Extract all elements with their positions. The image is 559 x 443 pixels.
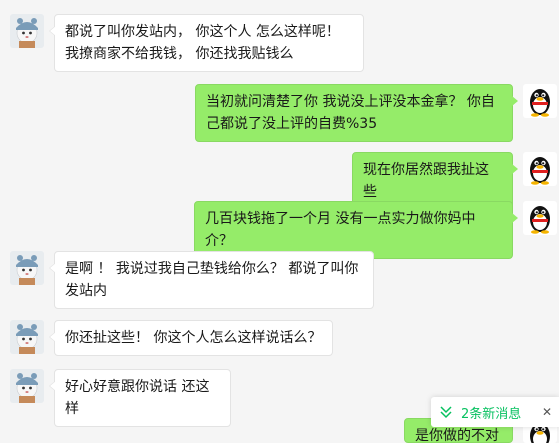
- message-bubble-incoming[interactable]: 都说了叫你发站内， 你这个人 怎么这样呢！ 我撩商家不给我钱， 你还找我贴钱么: [49, 14, 364, 72]
- message-bubble-incoming[interactable]: 你还扯这些！ 你这个人怎么这样说话么？: [49, 320, 333, 356]
- contact-avatar[interactable]: [10, 14, 44, 48]
- message-bubble-outgoing[interactable]: 当初就问清楚了你 我说没上评没本金拿？ 你自己都说了没上评的自费%35: [195, 84, 518, 142]
- penguin-avatar-icon: [523, 201, 557, 235]
- contact-avatar[interactable]: [10, 251, 44, 285]
- cartoon-avatar-icon: [10, 14, 44, 48]
- double-chevron-down-icon: [440, 406, 452, 419]
- cartoon-avatar-icon: [10, 320, 44, 354]
- cartoon-avatar-icon: [10, 369, 44, 403]
- penguin-avatar-icon: [523, 152, 557, 186]
- contact-avatar[interactable]: [10, 320, 44, 354]
- message-bubble-incoming[interactable]: 是啊 ！ 我说过我自己垫钱给你么？ 都说了叫你发站内: [49, 251, 374, 309]
- close-icon[interactable]: ✕: [539, 405, 555, 419]
- self-avatar[interactable]: [523, 201, 557, 235]
- chat-area: 都说了叫你发站内， 你这个人 怎么这样呢！ 我撩商家不给我钱， 你还找我贴钱么 …: [0, 0, 559, 443]
- self-avatar[interactable]: [523, 152, 557, 186]
- contact-avatar[interactable]: [10, 369, 44, 403]
- cartoon-avatar-icon: [10, 251, 44, 285]
- penguin-avatar-icon: [523, 84, 557, 118]
- message-bubble-incoming[interactable]: 好心好意跟你说话 还这样: [49, 369, 231, 427]
- new-messages-label[interactable]: 2条新消息: [461, 403, 539, 422]
- new-messages-notice[interactable]: 2条新消息 ✕: [431, 397, 559, 427]
- self-avatar[interactable]: [523, 84, 557, 118]
